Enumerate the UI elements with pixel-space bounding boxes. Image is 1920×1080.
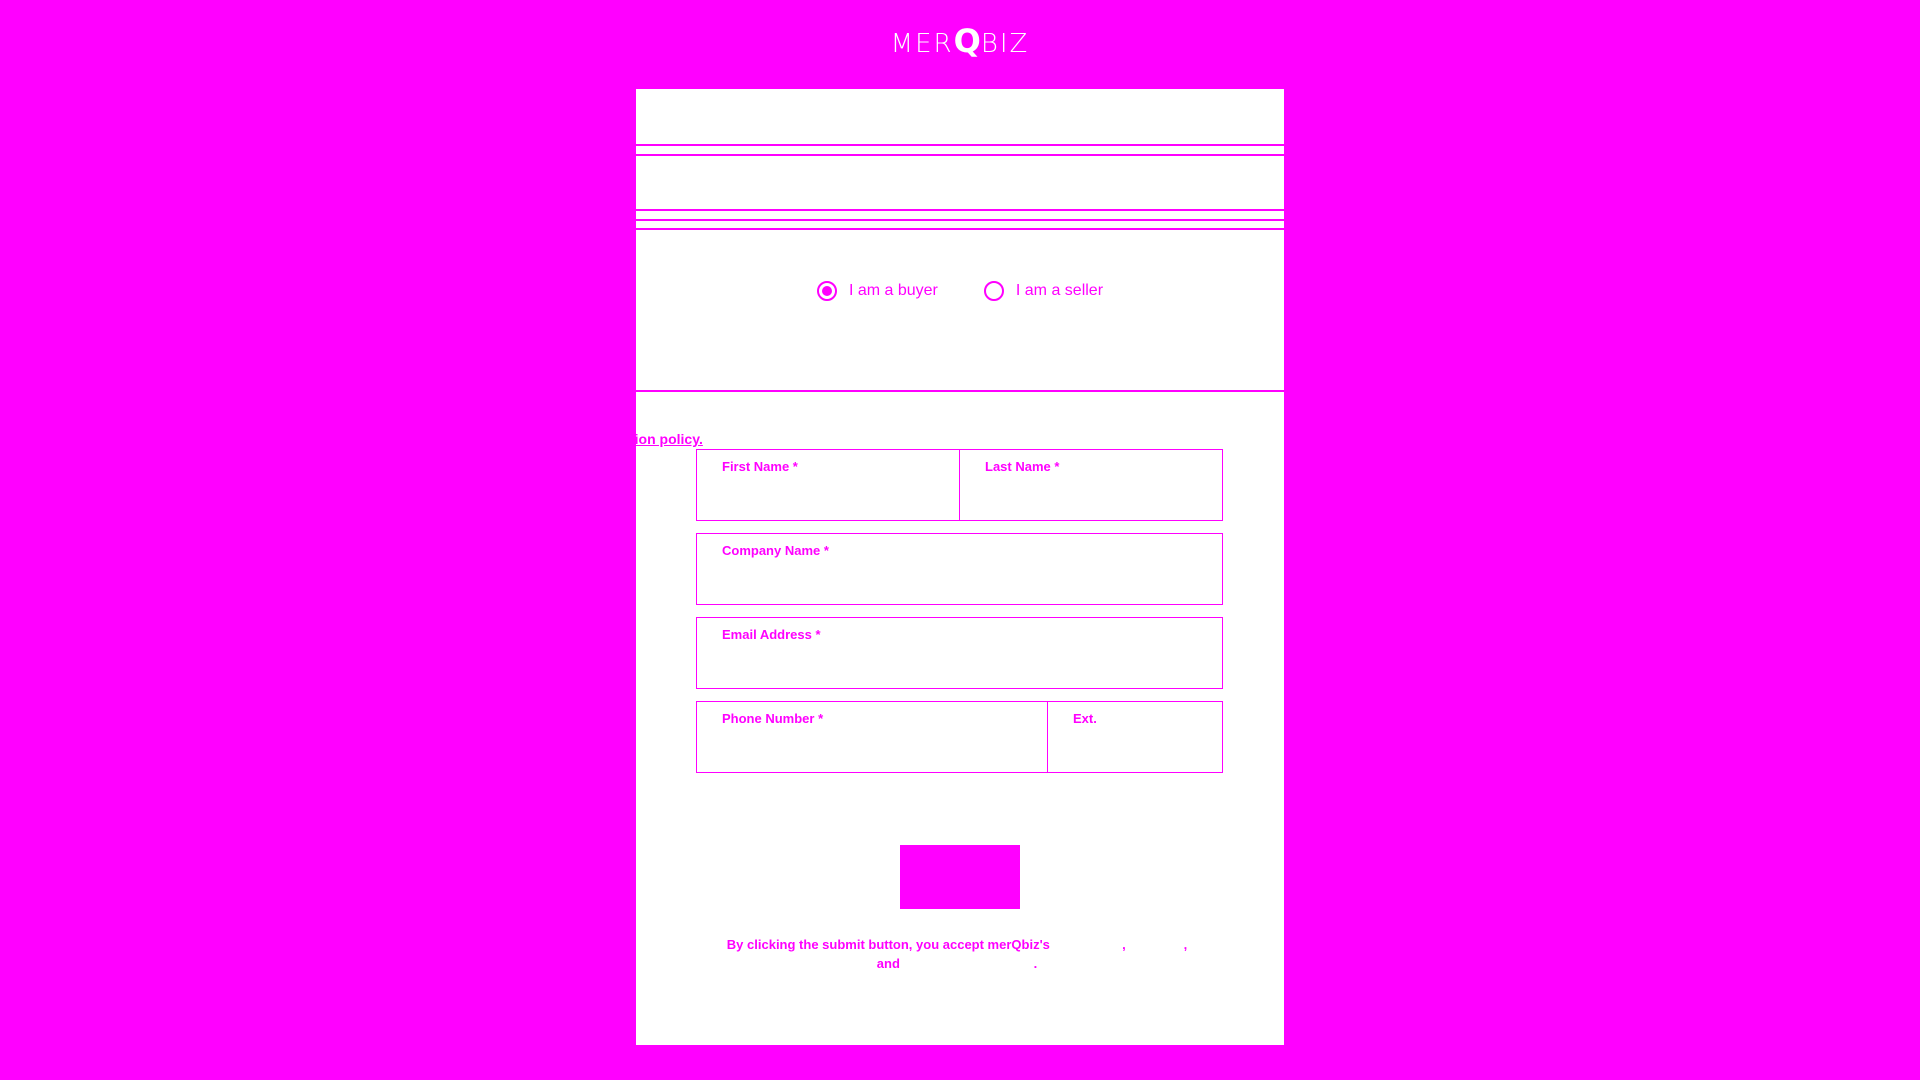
policy-link[interactable]: olution policy. xyxy=(636,431,703,447)
merqbiz-logo[interactable]: MERQBIZ xyxy=(0,22,1920,60)
logo-q: Q xyxy=(953,22,981,60)
first-name-label: First Name * xyxy=(722,459,798,474)
company-name-input[interactable] xyxy=(721,570,1212,596)
email-input[interactable] xyxy=(721,654,1212,680)
seller-radio-label: I am a seller xyxy=(1015,282,1104,299)
signup-card: I am a buyer I am a seller olution polic… xyxy=(636,89,1284,1045)
radio-selected-icon[interactable] xyxy=(816,281,837,301)
role-selector: I am a buyer I am a seller xyxy=(636,281,1284,301)
divider xyxy=(636,144,1284,146)
terms-of-use-link[interactable] xyxy=(1054,937,1123,952)
divider xyxy=(636,154,1284,156)
ext-label: Ext. xyxy=(1073,711,1097,726)
terms-period: . xyxy=(1033,956,1038,971)
last-name-label: Last Name * xyxy=(985,459,1060,474)
terms-and: and xyxy=(876,956,900,971)
last-name-input[interactable] xyxy=(984,486,1212,512)
radio-unselected-icon[interactable] xyxy=(983,281,1004,301)
email-label: Email Address * xyxy=(722,627,821,642)
dispute-policy-link[interactable] xyxy=(904,956,1034,971)
phone-input[interactable] xyxy=(721,738,1037,764)
logo-prefix: MER xyxy=(890,29,954,59)
divider xyxy=(636,209,1284,211)
email-field[interactable]: Email Address * xyxy=(696,617,1223,689)
terms-text: By clicking the submit button, you accep… xyxy=(726,937,1050,952)
buyer-radio[interactable]: I am a buyer xyxy=(816,281,938,301)
divider xyxy=(636,219,1284,221)
ext-input[interactable] xyxy=(1072,738,1212,764)
company-name-label: Company Name * xyxy=(722,543,829,558)
company-name-field[interactable]: Company Name * xyxy=(696,533,1223,605)
terms-notice: By clicking the submit button, you accep… xyxy=(692,935,1222,973)
terms-comma: , xyxy=(1183,937,1188,952)
terms-comma: , xyxy=(1122,937,1126,952)
submit-button[interactable] xyxy=(900,845,1020,909)
phone-label: Phone Number * xyxy=(722,711,824,726)
phone-field[interactable]: Phone Number * xyxy=(696,701,1048,773)
ext-field[interactable]: Ext. xyxy=(1047,701,1223,773)
divider xyxy=(636,390,1284,392)
last-name-field[interactable]: Last Name * xyxy=(959,449,1223,521)
seller-radio[interactable]: I am a seller xyxy=(983,281,1104,301)
first-name-input[interactable] xyxy=(721,486,949,512)
divider xyxy=(636,228,1284,230)
buyer-radio-label: I am a buyer xyxy=(848,282,938,299)
logo-suffix: BIZ xyxy=(980,29,1030,59)
privacy-policy-link[interactable] xyxy=(1129,937,1183,952)
first-name-field[interactable]: First Name * xyxy=(696,449,960,521)
